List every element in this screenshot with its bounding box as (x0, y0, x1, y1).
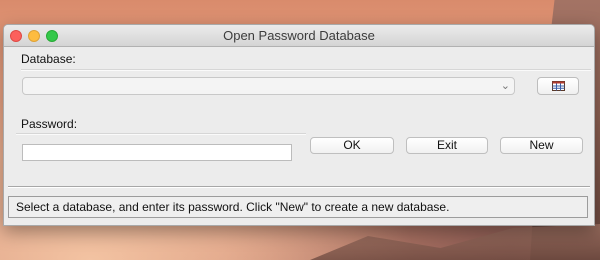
password-label: Password: (21, 117, 78, 131)
password-input[interactable] (22, 144, 292, 161)
open-password-database-window: Open Password Database Database: ⌄ Passw… (3, 24, 595, 226)
maximize-window-button[interactable] (46, 30, 58, 42)
status-text: Select a database, and enter its passwor… (16, 200, 450, 214)
chevron-down-icon[interactable]: ⌄ (501, 79, 510, 93)
database-divider (21, 69, 591, 71)
password-divider (16, 133, 306, 135)
ok-button[interactable]: OK (310, 137, 394, 154)
minimize-window-button[interactable] (28, 30, 40, 42)
status-bar: Select a database, and enter its passwor… (8, 196, 588, 218)
window-title: Open Password Database (223, 28, 375, 43)
new-database-button[interactable]: New (500, 137, 583, 154)
database-table-icon (552, 81, 565, 91)
exit-button[interactable]: Exit (406, 137, 488, 154)
close-window-button[interactable] (10, 30, 22, 42)
status-divider (8, 186, 590, 188)
desktop-background-hills (310, 224, 600, 260)
database-label: Database: (21, 52, 76, 66)
database-select[interactable]: ⌄ (22, 77, 515, 95)
browse-database-button[interactable] (537, 77, 579, 95)
title-bar[interactable]: Open Password Database (4, 25, 594, 47)
